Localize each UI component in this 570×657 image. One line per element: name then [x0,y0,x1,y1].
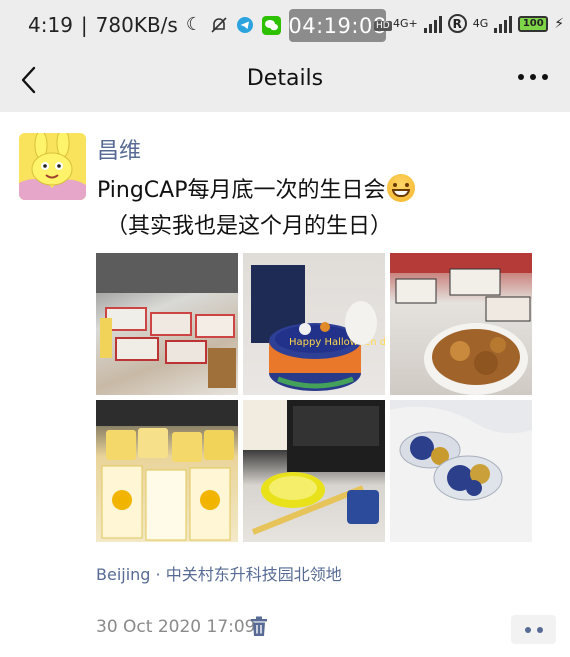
status-left: 4:19 | 780KB/s ☾ [28,13,281,37]
author-name[interactable]: 昌维 [97,133,141,165]
status-right: 4G+ R 4G 100 ⚡ [393,14,564,33]
photo-4[interactable] [96,400,238,542]
status-time: 4:19 [28,13,73,37]
clock-pill: 04:19:08 [288,9,386,42]
trash-icon[interactable] [250,616,268,637]
network-label-2: 4G [472,17,489,30]
status-bar: 4:19 | 780KB/s ☾ 04:19:08 HD 4G+ R 4G 10… [0,0,570,52]
network-label-1: 4G+ [393,17,418,30]
more-dots-icon[interactable] [518,74,548,80]
grinning-emoji-icon [387,174,416,202]
battery-icon: 100 [518,15,549,32]
photo-1[interactable] [96,253,238,395]
signal-icon [423,15,442,33]
photo-3[interactable] [390,253,532,395]
bell-off-icon [211,17,227,33]
dot-icon [536,626,543,633]
moon-icon: ☾ [185,14,202,35]
photo-grid: Happy Halloween day [96,253,533,542]
page-title: Details [246,66,324,91]
post-text-line2: （其实我也是这个月的生日） [106,214,393,239]
comment-like-button[interactable] [511,615,556,644]
photo-5[interactable] [243,400,385,542]
telegram-icon [236,17,253,33]
photo-2[interactable]: Happy Halloween day [243,253,385,395]
location-link[interactable]: Beijing · 中关村东升科技园北领地 [96,561,342,585]
wechat-icon [261,15,281,35]
photo-6[interactable] [390,400,532,542]
avatar[interactable] [19,133,86,200]
dot-icon [524,626,531,633]
status-divider: | [80,13,88,37]
registered-icon: R [447,14,467,33]
nav-bar: Details [0,52,570,112]
battery-level: 100 [522,18,544,29]
charging-icon: ⚡ [554,15,565,32]
network-speed: 780KB/s [95,13,178,37]
post-text-line1-content: PingCAP每月底一次的生日会 [97,178,386,203]
post-text-line1: PingCAP每月底一次的生日会 [97,172,416,204]
signal-icon-2 [494,15,513,33]
hd-badge: HD [374,21,392,31]
post-timestamp: 30 Oct 2020 17:09 [96,617,256,637]
